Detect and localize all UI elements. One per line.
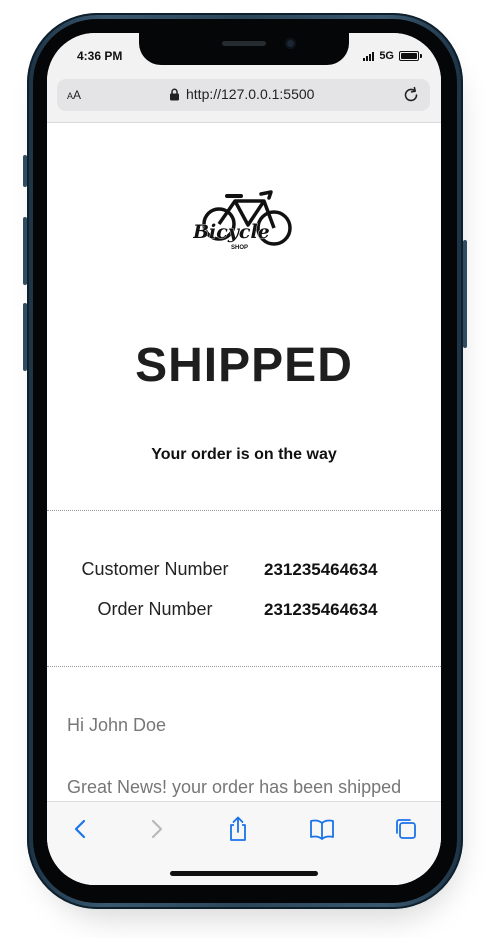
browser-address-area: AA http://127.0.0.1:5500 — [47, 79, 441, 123]
phone-screen: 4:36 PM 5G AA http://127.0.0.1:5500 Bicy… — [47, 33, 441, 885]
top-divider — [47, 510, 441, 511]
bicycle-shop-logo: Bicycle SHOP — [192, 187, 295, 256]
customer-number-value: 231235464634 — [264, 560, 378, 579]
bookmarks-icon — [310, 819, 334, 840]
status-indicators: 5G — [363, 50, 422, 62]
url-display[interactable]: http://127.0.0.1:5500 — [169, 86, 314, 102]
logo-subtext: SHOP — [231, 245, 248, 251]
signal-icon — [363, 51, 375, 61]
text-size-large-label: A — [73, 88, 82, 102]
bookmarks-button[interactable] — [309, 816, 335, 842]
order-number-label: Order Number — [97, 599, 213, 619]
speaker-grille — [222, 41, 266, 46]
notch — [139, 33, 349, 65]
share-button[interactable] — [225, 816, 251, 842]
camera-icon — [285, 38, 296, 49]
lock-icon — [170, 88, 179, 100]
greeting-text: Hi John Doe — [67, 715, 167, 735]
volume-up-button — [23, 217, 27, 285]
mute-switch — [23, 155, 27, 187]
shipped-headline: SHIPPED — [135, 339, 353, 392]
tabs-button[interactable] — [393, 816, 419, 842]
email-page: Bicycle SHOP SHIPPED Your order is on th… — [47, 123, 441, 801]
home-indicator — [170, 871, 318, 876]
forward-button[interactable] — [144, 816, 170, 842]
back-button[interactable] — [67, 816, 93, 842]
status-time: 4:36 PM — [77, 49, 123, 63]
bottom-divider — [47, 666, 441, 667]
order-number-value: 231235464634 — [264, 600, 378, 619]
tabs-icon — [396, 819, 416, 839]
order-status-subheadline: Your order is on the way — [151, 446, 337, 463]
back-icon — [74, 819, 86, 839]
url-text: http://127.0.0.1:5500 — [186, 86, 315, 102]
volume-down-button — [23, 303, 27, 371]
power-button — [463, 240, 467, 348]
network-type: 5G — [379, 50, 394, 62]
address-bar[interactable]: AA http://127.0.0.1:5500 — [57, 79, 430, 111]
share-icon — [230, 816, 246, 841]
battery-icon — [399, 51, 422, 61]
forward-icon — [151, 819, 163, 839]
customer-number-label: Customer Number — [81, 559, 229, 579]
reload-icon[interactable] — [401, 85, 421, 105]
text-size-button[interactable]: AA — [67, 88, 81, 102]
shipping-message: Great News! your order has been shipped — [67, 777, 402, 797]
logo-wordmark: Bicycle — [193, 221, 270, 243]
